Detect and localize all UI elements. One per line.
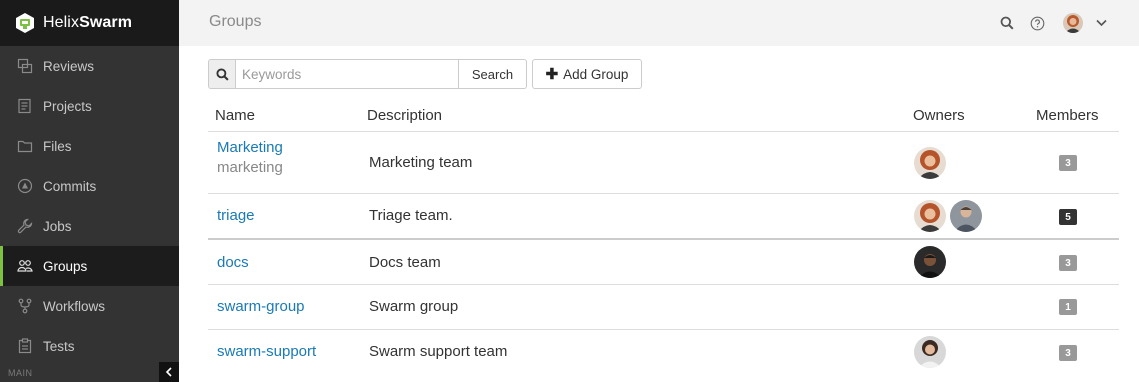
group-name-link[interactable]: docs: [217, 254, 249, 271]
help-icon[interactable]: [1029, 15, 1045, 31]
groups-table: Name Description Owners Members Marketin…: [208, 99, 1119, 376]
projects-icon: [17, 98, 33, 114]
members-count-badge: 3: [1059, 255, 1077, 271]
group-description: Marketing team: [369, 154, 473, 171]
group-name-link[interactable]: swarm-group: [217, 298, 305, 315]
search-group: Search: [208, 59, 527, 89]
sidebar-item-projects[interactable]: Projects: [0, 86, 179, 126]
brand-prefix: Helix: [43, 14, 80, 31]
owners-list: [914, 246, 946, 278]
plus-icon: ✚: [545, 66, 559, 83]
group-description: Docs team: [369, 254, 441, 271]
search-icon: [208, 59, 235, 89]
column-header-description[interactable]: Description: [367, 107, 442, 124]
wrench-icon: [17, 218, 33, 234]
chevron-left-icon: [165, 367, 172, 377]
search-icon[interactable]: [999, 15, 1015, 31]
table-row[interactable]: docs Docs team 3: [208, 240, 1119, 285]
top-header: Groups: [179, 0, 1139, 46]
sidebar-item-reviews[interactable]: Reviews: [0, 46, 179, 86]
collapse-sidebar-button[interactable]: [159, 362, 179, 382]
sidebar-item-label: Groups: [43, 258, 88, 274]
group-description: Swarm group: [369, 298, 459, 315]
sidebar-footer: MAIN: [0, 362, 179, 382]
owner-avatar[interactable]: [914, 147, 946, 179]
table-header: Name Description Owners Members: [208, 99, 1119, 132]
owners-list: [914, 336, 946, 368]
members-count-badge: 1: [1059, 299, 1077, 315]
group-name-link[interactable]: Marketing: [217, 139, 283, 156]
folder-icon: [17, 138, 33, 154]
column-header-members[interactable]: Members: [1036, 107, 1099, 124]
sidebar-item-label: Workflows: [43, 298, 106, 314]
group-description: Triage team.: [369, 207, 453, 224]
column-header-owners[interactable]: Owners: [913, 107, 965, 124]
helix-swarm-logo-icon: [16, 13, 34, 33]
group-name-link[interactable]: triage: [217, 207, 255, 224]
sidebar-footer-label: MAIN: [8, 368, 33, 378]
sidebar-item-groups[interactable]: Groups: [0, 246, 179, 286]
sidebar-item-jobs[interactable]: Jobs: [0, 206, 179, 246]
sidebar: HelixSwarm Reviews Projects Files Commit…: [0, 0, 179, 382]
owners-list: [914, 147, 946, 179]
page-title: Groups: [209, 13, 262, 30]
search-button[interactable]: Search: [459, 59, 527, 89]
sidebar-item-label: Jobs: [43, 218, 72, 234]
group-name-link[interactable]: swarm-support: [217, 343, 316, 360]
clipboard-icon: [17, 338, 33, 354]
sidebar-item-label: Projects: [43, 98, 92, 114]
column-header-name[interactable]: Name: [215, 107, 255, 124]
add-group-label: Add Group: [563, 66, 629, 82]
owner-avatar[interactable]: [914, 336, 946, 368]
brand[interactable]: HelixSwarm: [0, 0, 179, 46]
owners-list: [914, 200, 982, 232]
members-count-badge: 3: [1059, 345, 1077, 361]
sidebar-item-label: Tests: [43, 338, 75, 354]
owner-avatar[interactable]: [950, 200, 982, 232]
sidebar-item-files[interactable]: Files: [0, 126, 179, 166]
sidebar-item-label: Reviews: [43, 58, 95, 74]
group-id: marketing: [217, 159, 283, 176]
sidebar-item-label: Files: [43, 138, 72, 154]
add-group-button[interactable]: ✚ Add Group: [532, 59, 642, 89]
sidebar-item-commits[interactable]: Commits: [0, 166, 179, 206]
workflow-icon: [17, 298, 33, 314]
members-count-badge: 5: [1059, 209, 1077, 225]
sidebar-item-label: Commits: [43, 178, 97, 194]
commits-icon: [17, 178, 33, 194]
members-count-badge: 3: [1059, 155, 1077, 171]
brand-name: Swarm: [79, 14, 133, 31]
table-row[interactable]: swarm-group Swarm group 1: [208, 285, 1119, 330]
chevron-down-icon[interactable]: [1093, 15, 1109, 31]
owner-avatar[interactable]: [914, 200, 946, 232]
table-row[interactable]: Marketing marketing Marketing team 3: [208, 132, 1119, 194]
sidebar-item-workflows[interactable]: Workflows: [0, 286, 179, 326]
reviews-icon: [17, 58, 33, 74]
users-icon: [17, 258, 33, 274]
owner-avatar[interactable]: [914, 246, 946, 278]
table-row[interactable]: swarm-support Swarm support team 3: [208, 330, 1119, 376]
search-input[interactable]: [235, 59, 459, 89]
group-description: Swarm support team: [369, 343, 508, 360]
user-avatar[interactable]: [1063, 13, 1083, 33]
table-row[interactable]: triage Triage team. 5: [208, 194, 1119, 240]
sidebar-item-tests[interactable]: Tests: [0, 326, 179, 366]
